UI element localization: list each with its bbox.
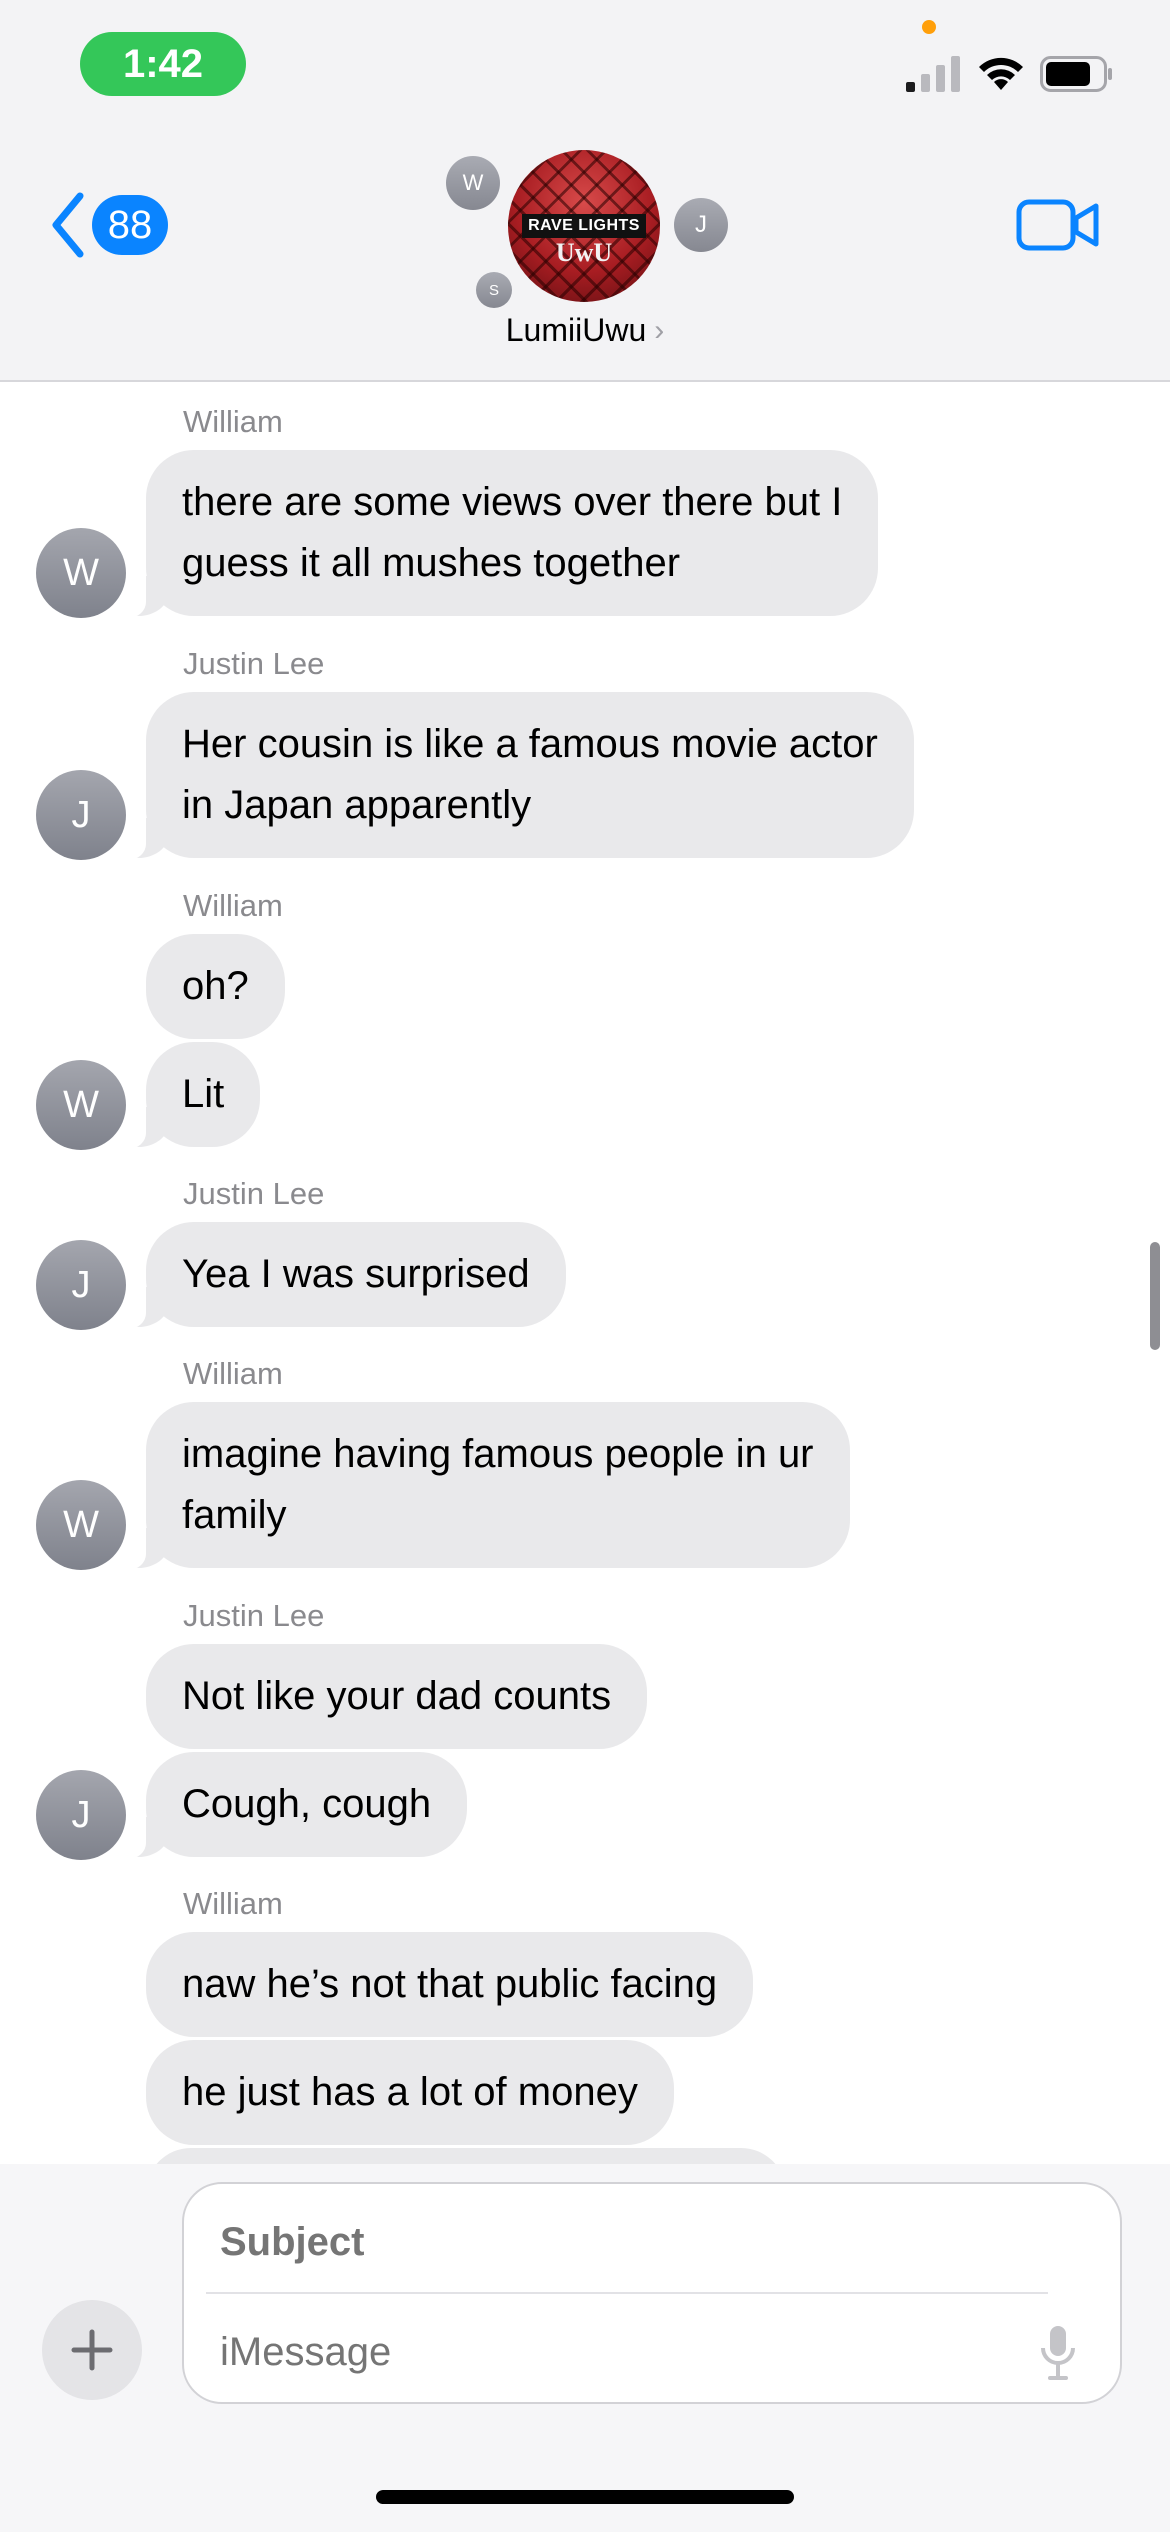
plus-icon [71, 2329, 113, 2371]
sender-name: William [183, 1356, 283, 1391]
sender-name: Justin Lee [183, 1598, 325, 1633]
message-bubble[interactable]: imagine having famous people in ur famil… [118, 1402, 850, 1570]
message-bubble[interactable]: Yea I was surprised [118, 1222, 566, 1329]
sender-name: Justin Lee [183, 646, 325, 681]
group-avatar[interactable]: RAVE LIGHTS UwU [508, 150, 660, 302]
sender-avatar[interactable]: W [36, 1060, 126, 1150]
sender-avatar[interactable]: J [36, 770, 126, 860]
back-button[interactable]: 88 [48, 190, 172, 260]
imessage-field[interactable] [220, 2322, 1000, 2382]
chevron-left-icon [52, 192, 84, 258]
subject-field[interactable] [220, 2212, 1040, 2272]
privacy-indicator-dot [922, 20, 936, 34]
sender-name: William [183, 1886, 283, 1921]
home-indicator [376, 2490, 794, 2504]
message-bubble[interactable]: there are some views over there but I gu… [117, 450, 879, 618]
message-input-box[interactable] [182, 2182, 1122, 2404]
message-bubble[interactable]: Lit [117, 1042, 261, 1149]
avatar-sub-text: UwU [555, 238, 613, 267]
sender-name: William [183, 404, 283, 439]
battery-icon [1040, 56, 1112, 92]
avatar-banner-text: RAVE LIGHTS [522, 214, 646, 238]
messages-screen: 1:42 88 W J S RAVE LIGHTS UwU LumiiUwu ›… [0, 0, 1170, 2532]
sender-avatar[interactable]: W [36, 528, 126, 618]
sender-name: William [183, 888, 283, 923]
unread-count-badge: 88 [92, 195, 168, 255]
member-avatar-j[interactable]: J [674, 198, 728, 252]
sender-avatar[interactable]: J [36, 1770, 126, 1860]
group-name-button[interactable]: LumiiUwu › [0, 312, 1170, 349]
sender-avatar[interactable]: W [36, 1480, 126, 1570]
wifi-icon [979, 57, 1023, 90]
plus-button[interactable] [42, 2300, 142, 2400]
microphone-icon[interactable] [1040, 2324, 1076, 2382]
status-time: 1:42 [80, 32, 246, 96]
conversation-header: 1:42 88 W J S RAVE LIGHTS UwU LumiiUwu › [0, 0, 1170, 382]
message-bubble[interactable]: Cough, cough [117, 1752, 468, 1859]
chevron-right-icon: › [654, 313, 665, 347]
group-name: LumiiUwu [505, 312, 647, 348]
message-bubble[interactable]: Her cousin is like a famous movie actor … [118, 692, 914, 860]
message-bubble[interactable]: naw he’s not that public facing [146, 1932, 754, 2037]
member-avatar-w[interactable]: W [446, 156, 500, 210]
scroll-indicator[interactable] [1150, 1242, 1160, 1350]
sender-name: Justin Lee [183, 1176, 325, 1211]
video-camera-icon[interactable] [1016, 196, 1100, 254]
sender-avatar[interactable]: J [36, 1240, 126, 1330]
message-bubble[interactable]: oh? [146, 934, 285, 1039]
input-divider [206, 2292, 1048, 2294]
message-bubble[interactable]: he just has a lot of money [146, 2040, 674, 2145]
member-avatar-s[interactable]: S [476, 272, 512, 308]
cellular-signal-icon [906, 56, 960, 92]
message-bubble[interactable]: Not like your dad counts [146, 1644, 648, 1749]
